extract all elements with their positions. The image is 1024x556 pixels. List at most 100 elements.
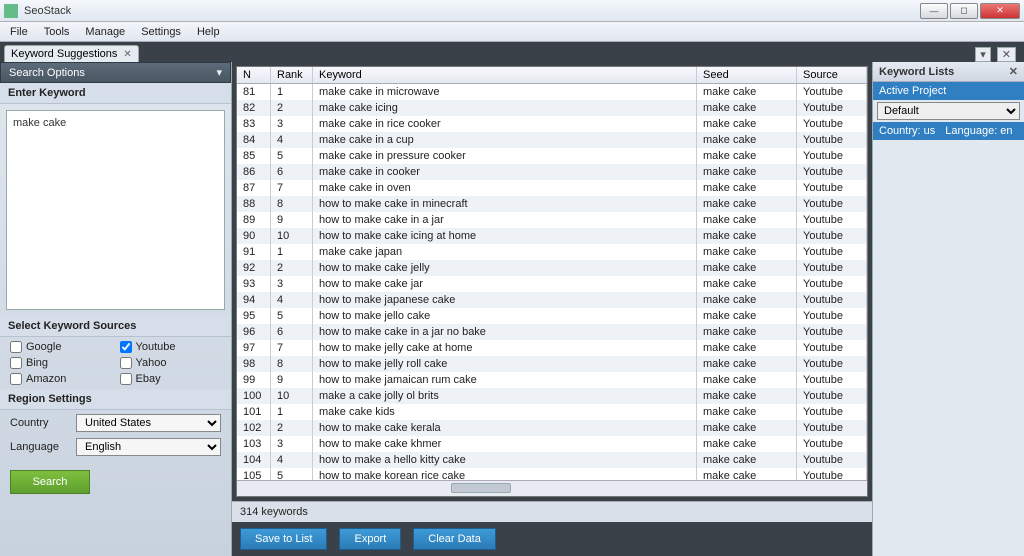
table-row[interactable]: 822make cake icingmake cakeYoutube [237, 100, 867, 116]
cell-seed: make cake [697, 420, 797, 436]
minimize-button[interactable]: — [920, 3, 948, 19]
table-row[interactable]: 9010how to make cake icing at homemake c… [237, 228, 867, 244]
search-options-header[interactable]: Search Options ▾ [0, 62, 231, 83]
cell-seed: make cake [697, 388, 797, 404]
cell-keyword: how to make japanese cake [313, 292, 697, 308]
ebay-checkbox[interactable] [120, 373, 132, 385]
close-button[interactable]: ✕ [980, 3, 1020, 19]
cell-keyword: how to make cake khmer [313, 436, 697, 452]
source-yahoo[interactable]: Yahoo [120, 357, 222, 369]
cell-source: Youtube [797, 260, 867, 276]
cell-n: 85 [237, 148, 271, 164]
table-row[interactable]: 1033how to make cake khmermake cakeYoutu… [237, 436, 867, 452]
col-source[interactable]: Source [797, 67, 867, 83]
amazon-checkbox[interactable] [10, 373, 22, 385]
table-row[interactable]: 1011make cake kidsmake cakeYoutube [237, 404, 867, 420]
active-project-label: Active Project [873, 82, 1024, 100]
cell-rank: 2 [271, 420, 313, 436]
menu-tools[interactable]: Tools [36, 24, 78, 40]
cell-source: Youtube [797, 356, 867, 372]
maximize-button[interactable]: ◻ [950, 3, 978, 19]
col-keyword[interactable]: Keyword [313, 67, 697, 83]
source-amazon[interactable]: Amazon [10, 373, 112, 385]
collapse-icon[interactable]: ▾ [216, 66, 222, 79]
cell-source: Youtube [797, 100, 867, 116]
app-icon [4, 4, 18, 18]
search-button[interactable]: Search [10, 470, 90, 494]
col-seed[interactable]: Seed [697, 67, 797, 83]
table-row[interactable]: 877make cake in ovenmake cakeYoutube [237, 180, 867, 196]
menu-manage[interactable]: Manage [77, 24, 133, 40]
save-to-list-button[interactable]: Save to List [240, 528, 327, 550]
table-row[interactable]: 999how to make jamaican rum cakemake cak… [237, 372, 867, 388]
country-select[interactable]: United States [76, 414, 221, 432]
scroll-thumb[interactable] [451, 483, 511, 493]
source-bing[interactable]: Bing [10, 357, 112, 369]
table-row[interactable]: 844make cake in a cupmake cakeYoutube [237, 132, 867, 148]
menubar: File Tools Manage Settings Help [0, 22, 1024, 42]
tab-label: Keyword Suggestions [11, 48, 117, 60]
keyword-input[interactable]: make cake [6, 110, 225, 310]
language-select[interactable]: English [76, 438, 221, 456]
table-row[interactable]: 1022how to make cake keralamake cakeYout… [237, 420, 867, 436]
table-row[interactable]: 1055how to make korean rice cakemake cak… [237, 468, 867, 480]
menu-help[interactable]: Help [189, 24, 228, 40]
table-row[interactable]: 966how to make cake in a jar no bakemake… [237, 324, 867, 340]
table-row[interactable]: 933how to make cake jarmake cakeYoutube [237, 276, 867, 292]
cell-seed: make cake [697, 116, 797, 132]
cell-keyword: make cake in pressure cooker [313, 148, 697, 164]
region-label: Region Settings [0, 389, 231, 410]
col-rank[interactable]: Rank [271, 67, 313, 83]
table-row[interactable]: 944how to make japanese cakemake cakeYou… [237, 292, 867, 308]
source-youtube[interactable]: Youtube [120, 341, 222, 353]
cell-n: 92 [237, 260, 271, 276]
tab-close-icon[interactable]: ✕ [123, 49, 131, 60]
cell-rank: 5 [271, 308, 313, 324]
enter-keyword-label: Enter Keyword [0, 83, 231, 104]
menu-file[interactable]: File [2, 24, 36, 40]
cell-seed: make cake [697, 196, 797, 212]
table-row[interactable]: 977how to make jelly cake at homemake ca… [237, 340, 867, 356]
table-row[interactable]: 888how to make cake in minecraftmake cak… [237, 196, 867, 212]
cell-seed: make cake [697, 132, 797, 148]
cell-keyword: make cake japan [313, 244, 697, 260]
source-ebay[interactable]: Ebay [120, 373, 222, 385]
table-row[interactable]: 855make cake in pressure cookermake cake… [237, 148, 867, 164]
bing-checkbox[interactable] [10, 357, 22, 369]
cell-rank: 9 [271, 372, 313, 388]
grid-body[interactable]: 811make cake in microwavemake cakeYoutub… [237, 84, 867, 480]
table-row[interactable]: 811make cake in microwavemake cakeYoutub… [237, 84, 867, 100]
table-row[interactable]: 988how to make jelly roll cakemake cakeY… [237, 356, 867, 372]
grid-header: N Rank Keyword Seed Source [237, 67, 867, 84]
cell-n: 101 [237, 404, 271, 420]
close-right-panel-icon[interactable]: ✕ [1009, 65, 1018, 78]
clear-data-button[interactable]: Clear Data [413, 528, 496, 550]
cell-rank: 1 [271, 84, 313, 100]
tab-keyword-suggestions[interactable]: Keyword Suggestions ✕ [4, 45, 139, 62]
export-button[interactable]: Export [339, 528, 401, 550]
table-row[interactable]: 955how to make jello cakemake cakeYoutub… [237, 308, 867, 324]
cell-n: 90 [237, 228, 271, 244]
table-row[interactable]: 10010make a cake jolly ol britsmake cake… [237, 388, 867, 404]
table-row[interactable]: 911make cake japanmake cakeYoutube [237, 244, 867, 260]
youtube-checkbox[interactable] [120, 341, 132, 353]
cell-seed: make cake [697, 164, 797, 180]
cell-keyword: how to make jelly roll cake [313, 356, 697, 372]
col-n[interactable]: N [237, 67, 271, 83]
project-select[interactable]: Default [877, 102, 1020, 120]
close-panel-icon[interactable]: ✕ [997, 47, 1016, 62]
google-checkbox[interactable] [10, 341, 22, 353]
horizontal-scrollbar[interactable] [237, 480, 867, 496]
table-row[interactable]: 1044how to make a hello kitty cakemake c… [237, 452, 867, 468]
menu-settings[interactable]: Settings [133, 24, 189, 40]
table-row[interactable]: 833make cake in rice cookermake cakeYout… [237, 116, 867, 132]
table-row[interactable]: 922how to make cake jellymake cakeYoutub… [237, 260, 867, 276]
cell-keyword: how to make cake jar [313, 276, 697, 292]
table-row[interactable]: 899how to make cake in a jarmake cakeYou… [237, 212, 867, 228]
status-bar: 314 keywords [232, 501, 872, 522]
table-row[interactable]: 866make cake in cookermake cakeYoutube [237, 164, 867, 180]
minimize-panel-icon[interactable]: ▾ [975, 47, 991, 62]
source-google[interactable]: Google [10, 341, 112, 353]
keyword-lists-header: Keyword Lists ✕ [873, 62, 1024, 82]
yahoo-checkbox[interactable] [120, 357, 132, 369]
